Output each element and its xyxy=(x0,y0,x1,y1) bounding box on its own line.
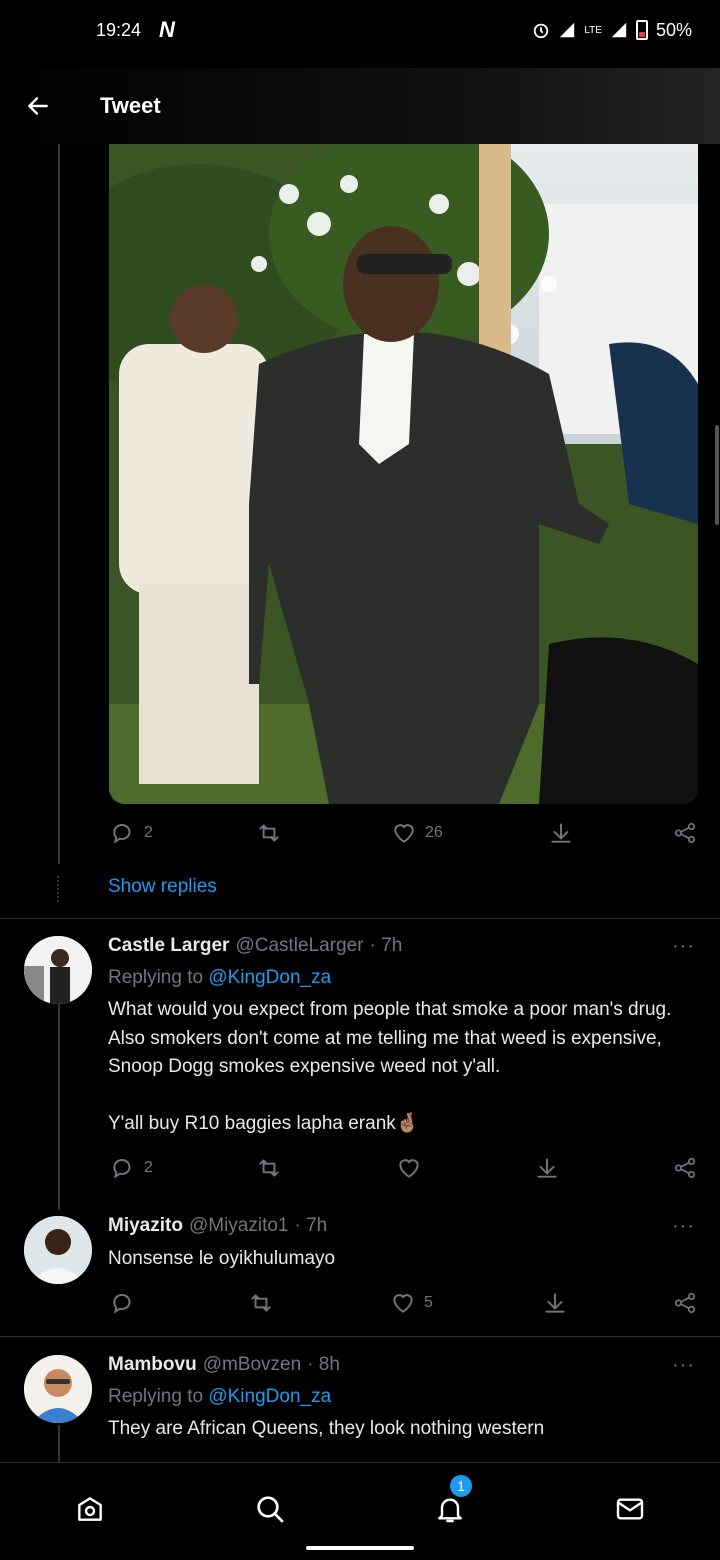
like-icon xyxy=(399,1159,419,1178)
nav-messages[interactable] xyxy=(600,1479,660,1539)
reply-icon xyxy=(113,824,131,844)
share-button[interactable] xyxy=(672,1290,698,1316)
mention-link[interactable]: @KingDon_za xyxy=(208,1386,331,1407)
share-button[interactable] xyxy=(672,820,698,846)
mention-link[interactable]: @KingDon_za xyxy=(208,967,331,988)
replying-prefix: Replying to xyxy=(108,967,204,988)
download-icon xyxy=(551,823,571,843)
reply-count: 2 xyxy=(144,1159,153,1176)
tweet-actions: 2 26 xyxy=(108,820,698,854)
retweet-icon xyxy=(251,1294,271,1312)
like-icon xyxy=(393,1294,413,1313)
divider xyxy=(0,1336,720,1337)
page-title: Tweet xyxy=(100,93,161,118)
reply-header: Castle Larger @CastleLarger · 7h xyxy=(108,935,402,957)
avatar[interactable] xyxy=(24,936,92,1004)
tweet-photo[interactable] xyxy=(109,144,698,804)
home-icon xyxy=(78,1497,102,1521)
retweet-button[interactable] xyxy=(248,1290,274,1316)
notification-badge: 1 xyxy=(448,1473,474,1499)
thread-line xyxy=(58,1000,60,1210)
back-arrow-icon xyxy=(28,97,48,115)
network-type: LTE xyxy=(584,24,602,36)
share-icon xyxy=(674,1157,696,1179)
more-icon[interactable]: ··· xyxy=(672,1215,695,1238)
share-button[interactable] xyxy=(672,1155,698,1181)
retweet-button[interactable] xyxy=(256,1155,282,1181)
signal-icon-2 xyxy=(611,22,627,38)
thread-dots xyxy=(57,876,59,902)
tweet-time: · 7h xyxy=(294,1215,328,1236)
thread-line xyxy=(58,144,60,864)
download-button[interactable] xyxy=(542,1290,568,1316)
alarm-icon xyxy=(534,23,549,39)
reply-button[interactable]: 2 xyxy=(110,820,153,846)
retweet-button[interactable] xyxy=(256,820,282,846)
reply-button[interactable] xyxy=(110,1290,136,1316)
show-replies-link[interactable]: Show replies xyxy=(108,876,217,898)
display-name[interactable]: Miyazito xyxy=(108,1215,183,1237)
display-name[interactable]: Mambovu xyxy=(108,1354,197,1376)
user-handle[interactable]: @Miyazito1 xyxy=(189,1215,289,1237)
n-notification-icon: N xyxy=(159,17,175,42)
search-icon xyxy=(257,1496,284,1523)
back-button[interactable] xyxy=(8,76,68,136)
signal-icon xyxy=(560,22,575,38)
tweet-actions: 2 xyxy=(108,1155,698,1189)
retweet-icon xyxy=(259,824,279,842)
display-name[interactable]: Castle Larger xyxy=(108,935,229,957)
replying-prefix: Replying to xyxy=(108,1386,204,1407)
like-button[interactable] xyxy=(396,1155,422,1181)
more-icon[interactable]: ··· xyxy=(672,935,695,958)
replying-to: Replying to @KingDon_za xyxy=(108,1386,331,1408)
tweet-paragraph: Y'all buy R10 baggies lapha erank🤞🏽 xyxy=(108,1112,420,1134)
tweet-time: · 8h xyxy=(307,1354,340,1375)
replying-to: Replying to @KingDon_za xyxy=(108,967,331,989)
avatar[interactable] xyxy=(24,1216,92,1284)
photo-image xyxy=(109,144,698,804)
scrollbar-thumb[interactable] xyxy=(715,425,719,525)
share-icon xyxy=(674,822,696,844)
tweet-actions: 5 xyxy=(108,1290,698,1324)
avatar[interactable] xyxy=(24,1355,92,1423)
thread-line xyxy=(58,1425,60,1465)
nav-search[interactable] xyxy=(240,1479,300,1539)
reply-icon xyxy=(113,1159,131,1179)
tweet-paragraph: Nonsense le oyikhulumayo xyxy=(108,1248,336,1269)
download-button[interactable] xyxy=(548,820,574,846)
user-handle[interactable]: @CastleLarger xyxy=(235,935,363,957)
reply-button[interactable]: 2 xyxy=(110,1155,153,1181)
like-count: 26 xyxy=(425,824,443,841)
tweet-time: · 7h xyxy=(369,935,403,956)
divider xyxy=(0,918,720,919)
nav-home[interactable] xyxy=(60,1479,120,1539)
tweet-paragraph: They are African Queens, they look nothi… xyxy=(108,1418,545,1439)
tweet-text: What would you expect from people that s… xyxy=(108,996,698,1138)
status-time: 19:24 xyxy=(96,19,142,40)
download-button[interactable] xyxy=(534,1155,560,1181)
more-icon[interactable]: ··· xyxy=(672,1354,695,1377)
retweet-icon xyxy=(259,1159,279,1177)
like-count: 5 xyxy=(424,1294,433,1311)
battery-percent: 50% xyxy=(655,19,692,40)
like-button[interactable]: 26 xyxy=(391,820,443,846)
reply-header: Miyazito @Miyazito1 · 7h xyxy=(108,1215,327,1237)
top-app-bar: Tweet xyxy=(0,68,720,144)
download-icon xyxy=(537,1158,557,1178)
user-handle[interactable]: @mBovzen xyxy=(203,1354,302,1376)
mail-icon xyxy=(616,1498,644,1520)
like-icon xyxy=(394,824,414,843)
reply-count: 2 xyxy=(144,824,153,841)
tweet-text: Nonsense le oyikhulumayo xyxy=(108,1245,698,1274)
status-bar: 19:24 N LTE 50% xyxy=(0,0,720,60)
reply-header: Mambovu @mBovzen · 8h xyxy=(108,1354,340,1376)
reply-icon xyxy=(113,1294,131,1314)
tweet-paragraph: What would you expect from people that s… xyxy=(108,999,672,1077)
battery-icon xyxy=(635,20,648,40)
home-indicator[interactable] xyxy=(306,1546,414,1550)
like-button[interactable]: 5 xyxy=(390,1290,433,1316)
download-icon xyxy=(545,1293,565,1313)
share-icon xyxy=(674,1292,696,1314)
tweet-text: They are African Queens, they look nothi… xyxy=(108,1415,698,1444)
